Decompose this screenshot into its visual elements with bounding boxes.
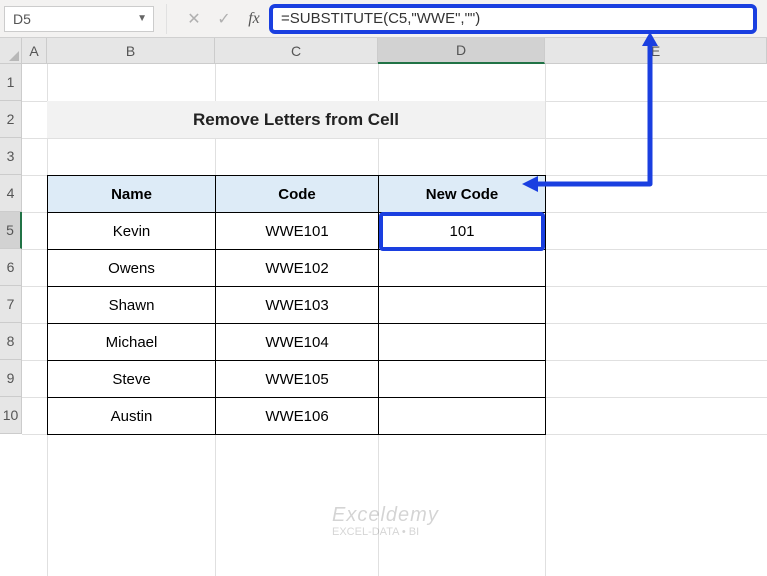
formula-input[interactable]: =SUBSTITUTE(C5,"WWE",""): [269, 4, 757, 34]
watermark-tagline: EXCEL-DATA • BI: [332, 526, 439, 538]
table-row: SteveWWE105: [48, 361, 546, 398]
row-header-7[interactable]: 7: [0, 286, 22, 323]
formula-bar: D5 ▼ ✕ ✓ fx =SUBSTITUTE(C5,"WWE",""): [0, 0, 767, 38]
cell-code[interactable]: WWE101: [216, 213, 379, 250]
formula-text: =SUBSTITUTE(C5,"WWE",""): [281, 10, 480, 27]
row-header-9[interactable]: 9: [0, 360, 22, 397]
col-header-B[interactable]: B: [47, 38, 215, 64]
row-header-4[interactable]: 4: [0, 175, 22, 212]
cell-name[interactable]: Michael: [48, 324, 216, 361]
row-headers: 1 2 3 4 5 6 7 8 9 10: [0, 64, 22, 434]
row-header-1[interactable]: 1: [0, 64, 22, 101]
row-header-6[interactable]: 6: [0, 249, 22, 286]
cell-name[interactable]: Owens: [48, 250, 216, 287]
cell-new_code[interactable]: [379, 324, 546, 361]
cell-name[interactable]: Austin: [48, 398, 216, 435]
cell-code[interactable]: WWE106: [216, 398, 379, 435]
header-name[interactable]: Name: [48, 176, 216, 213]
cell-code[interactable]: WWE103: [216, 287, 379, 324]
table-row: ShawnWWE103: [48, 287, 546, 324]
row-header-8[interactable]: 8: [0, 323, 22, 360]
col-header-C[interactable]: C: [215, 38, 378, 64]
row-header-10[interactable]: 10: [0, 397, 22, 434]
data-table: Name Code New Code KevinWWE101101OwensWW…: [47, 175, 546, 435]
cell-new_code[interactable]: [379, 361, 546, 398]
cell-new_code[interactable]: [379, 287, 546, 324]
worksheet: A B C D E 1 2 3 4 5 6 7 8 9 10: [0, 38, 767, 576]
name-box-dropdown-icon[interactable]: ▼: [137, 13, 147, 24]
cell-name[interactable]: Kevin: [48, 213, 216, 250]
table-row: KevinWWE101101: [48, 213, 546, 250]
col-header-E[interactable]: E: [545, 38, 767, 64]
fx-icon[interactable]: fx: [239, 10, 269, 28]
row-header-2[interactable]: 2: [0, 101, 22, 138]
cell-code[interactable]: WWE105: [216, 361, 379, 398]
cell-new_code[interactable]: [379, 250, 546, 287]
row-header-5[interactable]: 5: [0, 212, 22, 249]
select-all-corner[interactable]: [0, 38, 22, 64]
cell-new_code[interactable]: 101: [379, 213, 546, 250]
cell-reference: D5: [13, 11, 31, 27]
cell-new_code[interactable]: [379, 398, 546, 435]
table-row: OwensWWE102: [48, 250, 546, 287]
page-title[interactable]: Remove Letters from Cell: [47, 101, 545, 138]
table-row: AustinWWE106: [48, 398, 546, 435]
col-header-A[interactable]: A: [22, 38, 47, 64]
cell-code[interactable]: WWE104: [216, 324, 379, 361]
header-code[interactable]: Code: [216, 176, 379, 213]
cell-code[interactable]: WWE102: [216, 250, 379, 287]
column-headers: A B C D E: [22, 38, 767, 64]
table-row: MichaelWWE104: [48, 324, 546, 361]
header-new-code[interactable]: New Code: [379, 176, 546, 213]
grid[interactable]: Remove Letters from Cell Name Code New C…: [22, 64, 767, 576]
confirm-icon[interactable]: ✓: [209, 9, 239, 29]
cell-name[interactable]: Shawn: [48, 287, 216, 324]
watermark: Exceldemy EXCEL-DATA • BI: [332, 504, 439, 538]
cell-name[interactable]: Steve: [48, 361, 216, 398]
watermark-brand: Exceldemy: [332, 504, 439, 526]
col-header-D[interactable]: D: [378, 38, 545, 64]
separator: [166, 4, 167, 34]
name-box[interactable]: D5 ▼: [4, 6, 154, 32]
cancel-icon[interactable]: ✕: [179, 9, 209, 29]
row-header-3[interactable]: 3: [0, 138, 22, 175]
table-header-row: Name Code New Code: [48, 176, 546, 213]
